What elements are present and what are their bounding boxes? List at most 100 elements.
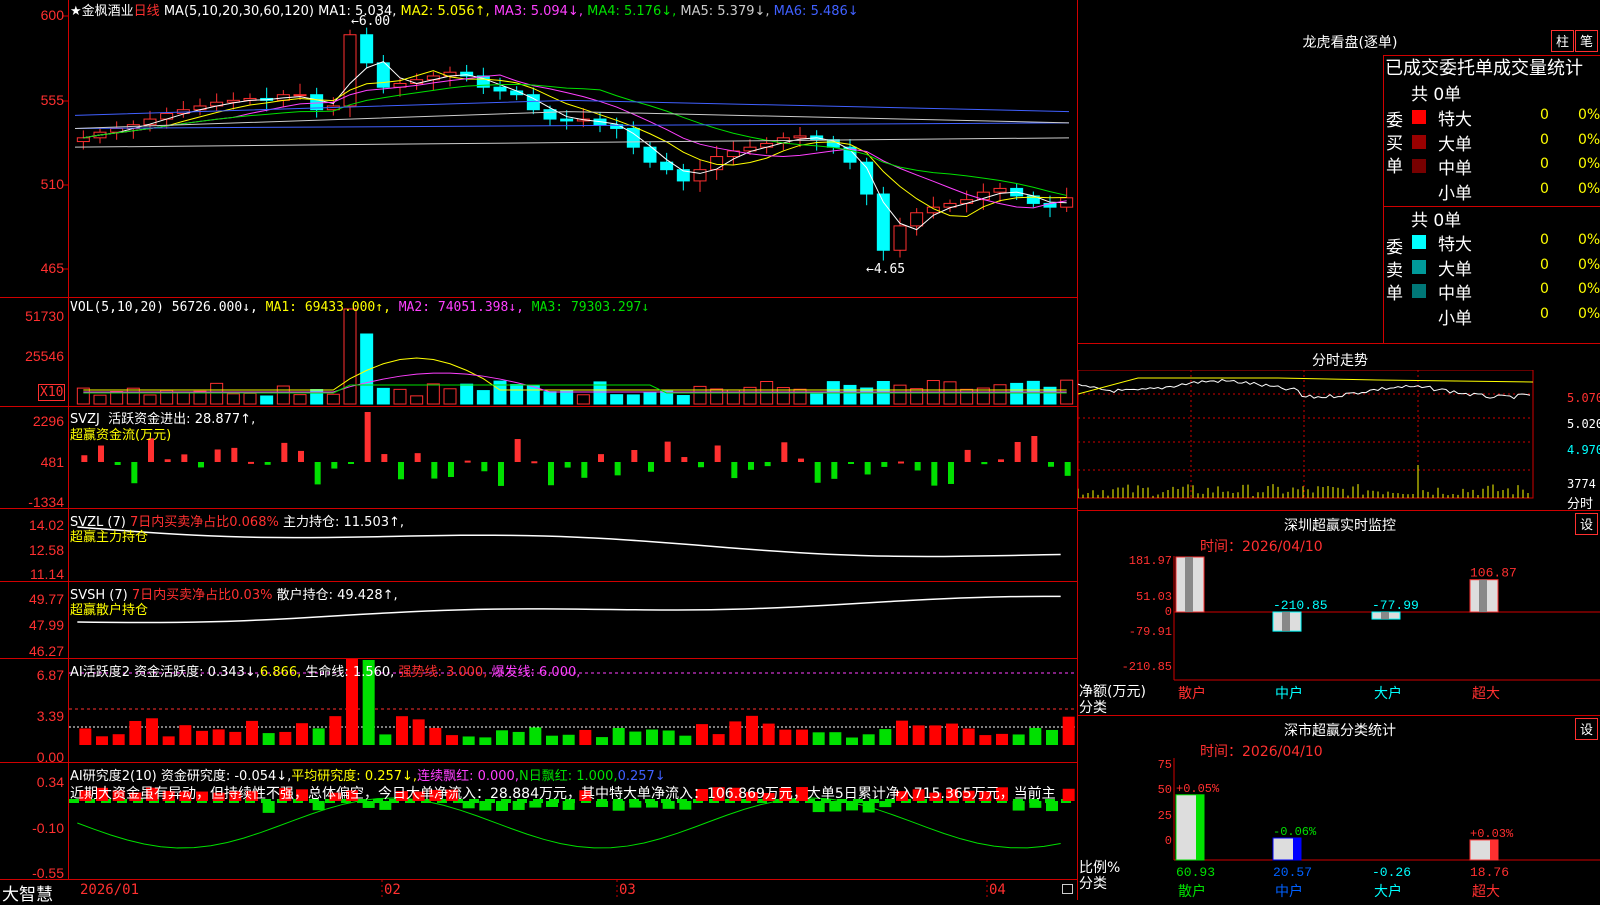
ma-label: MA6: [769, 4, 811, 19]
class-cat-label: 散户 [1178, 883, 1206, 900]
ma-line [83, 70, 1067, 218]
legend-swatch [1412, 235, 1426, 249]
money-flow-bar [931, 462, 938, 486]
class-pct-label: +0.05% [1176, 782, 1220, 796]
ai-research-title: AI研究度2(10) 资金研究度: -0.054↓,平均研究度: 0.257↓,… [70, 769, 666, 784]
svzj-subtitle: 超赢资金流(万元) [70, 428, 172, 443]
money-flow-bar [98, 445, 104, 462]
class-value-label: -0.26 [1372, 865, 1411, 880]
money-flow-bar [464, 460, 471, 463]
class-pct-label: -0.06% [1273, 825, 1317, 839]
bar-mode-button[interactable]: 柱 [1551, 30, 1574, 52]
volume-bar [276, 385, 290, 405]
activity-bar [1029, 727, 1042, 745]
money-flow-bar [798, 458, 804, 462]
money-flow-bar [964, 449, 971, 462]
brand-logo[interactable]: 大智慧 [2, 880, 53, 905]
volume-bar [993, 384, 1007, 405]
activity-bar [629, 731, 642, 745]
activity-bar [562, 734, 575, 745]
activity-bar [896, 720, 908, 745]
candle-body [543, 109, 557, 120]
vol-ma-value: 79303.297↓ [570, 300, 650, 315]
volume-bar [93, 394, 107, 405]
lock-icon[interactable] [1062, 884, 1073, 894]
volume-bar [793, 388, 807, 405]
money-flow-bar [714, 445, 721, 462]
monitor-cat-label: 散户 [1178, 685, 1206, 702]
money-flow-bar [514, 439, 521, 462]
ma-value: 5.176↓, [624, 4, 677, 19]
money-flow-bar [864, 462, 871, 475]
fenshi-vol-label: 3774 [1567, 477, 1596, 491]
low-marker: ←4.65 [866, 262, 906, 277]
volume-bar [393, 388, 407, 405]
volume-bar [843, 384, 857, 405]
sz-class-chart[interactable]: 75 50 25 0 +0.05% 60.93 散户 -0.06% 20.57 中户 -0.26 大户… [1078, 758, 1600, 900]
activity-bar [762, 723, 775, 745]
lhb-title: 龙虎看盘(逐单) [1302, 35, 1398, 51]
main-title: ★金枫酒业日线 MA(5,10,20,30,60,120) MA1: 5.034… [70, 0, 859, 19]
money-flow-bar [681, 457, 688, 462]
order-pct: 0% [1578, 156, 1600, 172]
svzj-ylabel: 481 [40, 454, 64, 470]
class-value-label: 60.93 [1176, 865, 1215, 880]
money-flow-bar [598, 454, 604, 462]
money-flow-bar [898, 461, 904, 464]
act-ylabel: 6.87 [36, 667, 64, 683]
legend-swatch [1412, 183, 1426, 198]
stock-name[interactable]: 金枫酒业 [82, 4, 134, 19]
activity-bar [529, 727, 542, 745]
activity-bar [446, 735, 458, 745]
ma-values: MA1: 5.034, MA2: 5.056↑, MA3: 5.094↓, MA… [318, 4, 859, 19]
ma5-line [74, 137, 1070, 148]
candle-body [760, 142, 774, 148]
tick-mode-button[interactable]: 笔 [1575, 30, 1598, 52]
activity-bar [646, 729, 658, 745]
order-type-label: 大单 [1438, 134, 1472, 155]
vol-ma-label: MA2: [390, 300, 438, 315]
sz-monitor-settings-button[interactable]: 设 [1575, 513, 1598, 535]
money-flow-bar [364, 412, 371, 462]
intraday-chart[interactable] [1078, 370, 1568, 510]
vol-ma-label: MA3: [523, 300, 571, 315]
svzl-ylabel: 12.58 [28, 542, 64, 558]
svzl-ylabel: 11.14 [30, 566, 64, 582]
activity-bar [712, 734, 725, 745]
price-ylabel: 510 [40, 176, 64, 192]
money-flow-bar [448, 462, 454, 477]
volume-bar [626, 394, 640, 405]
order-count: 0 [1540, 156, 1549, 172]
period-label[interactable]: 日线 [134, 4, 160, 19]
volume-bar [376, 387, 390, 405]
candle-body [793, 135, 807, 139]
x-axis-label: 02 [384, 882, 401, 898]
activity-bar [429, 727, 442, 745]
volume-bar [576, 394, 590, 405]
activity-bar [196, 730, 208, 745]
activity-bar [396, 716, 408, 745]
volume-bar [643, 392, 657, 405]
money-flow-bar [398, 462, 404, 480]
activity-bar [612, 727, 625, 745]
activity-bar [662, 730, 675, 745]
svzl-ylabel: 14.02 [28, 517, 64, 533]
fenshi-rlabel: 5.070 [1567, 391, 1600, 405]
activity-bar [746, 715, 758, 745]
sz-monitor-chart[interactable]: 181.97 51.030 -79.91 -210.85 181.97 散户 -210.85… [1078, 556, 1600, 716]
star-icon[interactable]: ★ [70, 4, 82, 19]
activity-bar [1012, 734, 1025, 745]
candlestick-chart[interactable] [69, 0, 1077, 297]
order-count: 0 [1540, 107, 1549, 123]
sz-class-settings-button[interactable]: 设 [1575, 718, 1598, 740]
money-flow-bar [1048, 462, 1054, 467]
ma-label: MA4: [582, 4, 624, 19]
volume-bar [176, 391, 190, 405]
legend-swatch [1412, 159, 1426, 173]
candle-body [376, 62, 390, 88]
money-flow-bar [381, 454, 388, 462]
svzj-ylabel: 2296 [32, 413, 64, 429]
money-flow-bar [981, 462, 988, 465]
ma-label: MA1: [318, 4, 356, 19]
class-cat-label: 中户 [1275, 883, 1303, 900]
